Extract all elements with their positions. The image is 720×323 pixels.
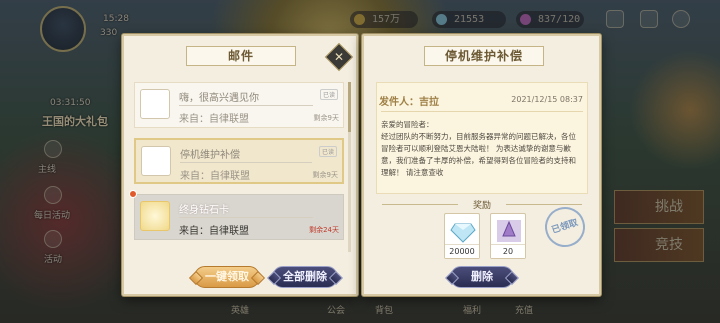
letter-text: 亲爱的冒险者： 经过团队的不断努力，目前服务器异常的问题已解决，各位冒险者可以顺…: [381, 119, 581, 179]
mail-expire: 剩余9天: [313, 114, 339, 122]
mail-expire: 剩余9天: [312, 171, 338, 179]
mail-title: 停机维护补偿: [180, 150, 240, 161]
delete-button[interactable]: 删除: [450, 266, 514, 288]
mail-divider: [179, 217, 313, 218]
envelope-icon: [141, 146, 171, 176]
reward-count: 20: [491, 244, 525, 258]
mail-item-diamond-card[interactable]: 终身钻石卡 来自：自律联盟 剩余24天: [129, 190, 344, 240]
read-tag: 已读: [319, 89, 338, 100]
mail-sender: 来自：自律联盟: [179, 226, 249, 237]
mail-title: 嗨，很高兴遇见你: [179, 93, 259, 104]
diamond-icon: [140, 201, 170, 231]
read-tag: 已读: [318, 146, 337, 157]
scroll-icon: [497, 220, 521, 242]
mail-title: 终身钻石卡: [179, 205, 229, 216]
letter-content: 经过团队的不断努力，目前服务器异常的问题已解决，各位冒险者可以顺利登陆艾恩大陆啦…: [381, 132, 576, 177]
mail-item-maintenance[interactable]: 停机维护补偿 已读 来自：自律联盟 剩余9天: [134, 138, 344, 184]
reward-item-scroll[interactable]: 20: [490, 213, 526, 259]
letter-body: 发件人：吉拉 2021/12/15 08:37 亲爱的冒险者： 经过团队的不断努…: [376, 82, 588, 194]
letter-divider: [381, 111, 583, 112]
mail-item-welcome[interactable]: 嗨，很高兴遇见你 已读 来自：自律联盟 剩余9天: [134, 82, 344, 128]
mail-divider: [179, 105, 313, 106]
mail-scroll-thumb[interactable]: [348, 82, 351, 132]
claim-all-button[interactable]: 一键领取: [194, 266, 260, 288]
mail-expire: 剩余24天: [309, 226, 339, 234]
reward-item-diamond[interactable]: 20000: [444, 213, 480, 259]
close-icon[interactable]: ✕: [324, 42, 354, 72]
mail-divider: [180, 162, 312, 163]
mail-sender: 来自：自律联盟: [179, 114, 249, 125]
reward-count: 20000: [445, 244, 479, 258]
mail-detail-panel: 停机维护补偿 发件人：吉拉 2021/12/15 08:37 亲爱的冒险者： 经…: [362, 34, 601, 296]
modal-overlay[interactable]: [0, 0, 720, 323]
mail-list: 嗨，很高兴遇见你 已读 来自：自律联盟 剩余9天 停机维护补偿 已读 来自：自律…: [129, 82, 344, 250]
mail-sender: 来自：自律联盟: [180, 171, 250, 182]
unread-dot: [129, 190, 137, 198]
letter-date: 2021/12/15 08:37: [511, 95, 583, 104]
mail-list-panel: 邮件 ✕ 嗨，很高兴遇见你 已读 来自：自律联盟 剩余9天 停机维护补偿 已读 …: [122, 34, 358, 296]
letter-greeting: 亲爱的冒险者：: [381, 120, 434, 129]
mail-detail-title: 停机维护补偿: [424, 46, 544, 66]
letter-sender: 发件人：吉拉: [379, 97, 439, 108]
envelope-icon: [140, 89, 170, 119]
diamond-icon: [450, 223, 476, 243]
mail-panel-title: 邮件: [186, 46, 296, 66]
delete-all-button[interactable]: 全部删除: [272, 266, 338, 288]
